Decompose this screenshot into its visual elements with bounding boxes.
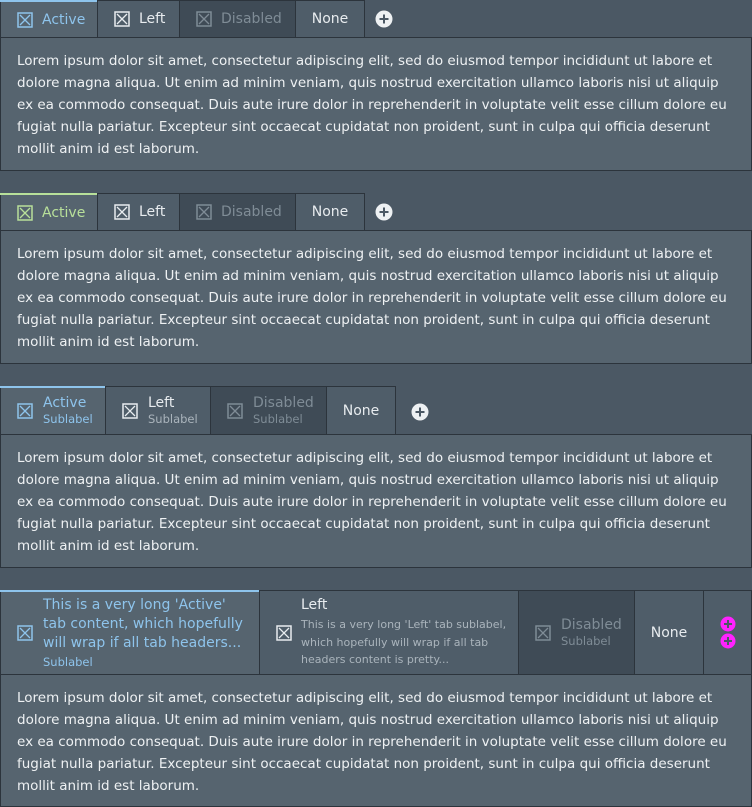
tab-label: This is a very long 'Active' tab content… bbox=[43, 596, 243, 651]
checkbox-cross-icon bbox=[535, 624, 551, 641]
tab-label: Disabled bbox=[253, 394, 314, 411]
checkbox-cross-icon bbox=[114, 11, 130, 27]
tab-add-area bbox=[703, 590, 752, 674]
tab-active[interactable]: This is a very long 'Active' tab content… bbox=[0, 590, 260, 675]
tab-text: Disabled Sublabel bbox=[561, 617, 622, 649]
tab-label: Left bbox=[139, 11, 166, 27]
tab-text: This is a very long 'Active' tab content… bbox=[43, 596, 248, 671]
tab-active[interactable]: Active bbox=[0, 193, 98, 231]
tab-left[interactable]: Left Sublabel bbox=[105, 386, 211, 434]
plus-circle-icon[interactable] bbox=[719, 616, 737, 650]
tab-sublabel: This is a very long 'Left' tab sublabel,… bbox=[301, 618, 507, 667]
tab-bar-4: This is a very long 'Active' tab content… bbox=[0, 590, 752, 675]
tab-label: Disabled bbox=[561, 616, 622, 633]
checkbox-cross-icon bbox=[17, 403, 33, 419]
panel-text: Lorem ipsum dolor sit amet, consectetur … bbox=[17, 246, 727, 350]
tab-widget-2: Active Left Disabled None Lorem ipsum do… bbox=[0, 193, 752, 364]
tab-left[interactable]: Left bbox=[97, 0, 180, 37]
tab-content-panel: Lorem ipsum dolor sit amet, consectetur … bbox=[0, 434, 752, 568]
checkbox-cross-icon bbox=[227, 402, 243, 419]
tab-active[interactable]: Active bbox=[0, 0, 98, 38]
tab-none[interactable]: None bbox=[295, 193, 365, 230]
tab-label: None bbox=[311, 11, 349, 27]
tab-sublabel: Sublabel bbox=[43, 654, 93, 669]
panel-text: Lorem ipsum dolor sit amet, consectetur … bbox=[17, 690, 727, 794]
tab-bar-3: Active Sublabel Left Sublabel Disabled S… bbox=[0, 386, 752, 435]
tab-label: Left bbox=[301, 597, 328, 614]
tab-none[interactable]: None bbox=[295, 0, 365, 37]
panel-text: Lorem ipsum dolor sit amet, consectetur … bbox=[17, 53, 727, 157]
tab-sublabel: Sublabel bbox=[561, 633, 611, 648]
tab-label: Active bbox=[43, 395, 87, 412]
tab-disabled: Disabled Sublabel bbox=[518, 590, 635, 674]
tab-bar-2: Active Left Disabled None bbox=[0, 193, 752, 231]
tab-sublabel: Sublabel bbox=[43, 412, 93, 426]
tab-left[interactable]: Left This is a very long 'Left' tab subl… bbox=[259, 590, 519, 674]
plus-circle-icon[interactable] bbox=[375, 203, 393, 221]
tab-label: None bbox=[650, 624, 688, 641]
checkbox-cross-icon bbox=[17, 625, 33, 641]
tab-label: Active bbox=[42, 204, 86, 221]
tab-text: Left This is a very long 'Left' tab subl… bbox=[301, 596, 508, 669]
tab-none[interactable]: None bbox=[634, 590, 704, 674]
plus-circle-icon[interactable] bbox=[375, 10, 393, 28]
tab-widget-1: Active Left Disabled None Lorem ipsum do… bbox=[0, 0, 752, 171]
tab-label: Left bbox=[148, 394, 175, 411]
tab-label: Disabled bbox=[221, 11, 282, 27]
checkbox-cross-icon bbox=[276, 624, 292, 641]
tab-left[interactable]: Left bbox=[97, 193, 180, 230]
tab-sublabel: Sublabel bbox=[148, 411, 198, 426]
tab-content-panel: Lorem ipsum dolor sit amet, consectetur … bbox=[0, 674, 752, 807]
tab-text: Active Sublabel bbox=[43, 395, 93, 427]
tab-content-panel: Lorem ipsum dolor sit amet, consectetur … bbox=[0, 230, 752, 364]
checkbox-cross-icon bbox=[17, 11, 33, 28]
tab-none[interactable]: None bbox=[326, 386, 396, 434]
tab-bar-1: Active Left Disabled None bbox=[0, 0, 752, 38]
tab-text: Disabled Sublabel bbox=[253, 395, 314, 427]
checkbox-cross-icon bbox=[196, 204, 212, 220]
checkbox-cross-icon bbox=[122, 402, 138, 419]
checkbox-cross-icon bbox=[196, 11, 212, 27]
tab-disabled: Disabled bbox=[179, 193, 296, 230]
tab-label: Left bbox=[139, 204, 166, 220]
tab-disabled: Disabled Sublabel bbox=[210, 386, 327, 434]
tab-label: Active bbox=[42, 11, 86, 28]
panel-text: Lorem ipsum dolor sit amet, consectetur … bbox=[17, 450, 727, 554]
tab-active[interactable]: Active Sublabel bbox=[0, 386, 106, 435]
tab-sublabel: Sublabel bbox=[253, 411, 303, 426]
tab-text: Left Sublabel bbox=[148, 395, 198, 427]
checkbox-cross-icon bbox=[17, 204, 33, 221]
tab-label: None bbox=[342, 402, 380, 419]
tab-content-panel: Lorem ipsum dolor sit amet, consectetur … bbox=[0, 37, 752, 171]
tab-disabled: Disabled bbox=[179, 0, 296, 37]
checkbox-cross-icon bbox=[114, 204, 130, 220]
tab-label: Disabled bbox=[221, 204, 282, 220]
tab-widget-3: Active Sublabel Left Sublabel Disabled S… bbox=[0, 386, 752, 568]
tab-label: None bbox=[311, 204, 349, 220]
tab-widget-4: This is a very long 'Active' tab content… bbox=[0, 590, 752, 807]
plus-circle-icon[interactable] bbox=[411, 403, 429, 421]
